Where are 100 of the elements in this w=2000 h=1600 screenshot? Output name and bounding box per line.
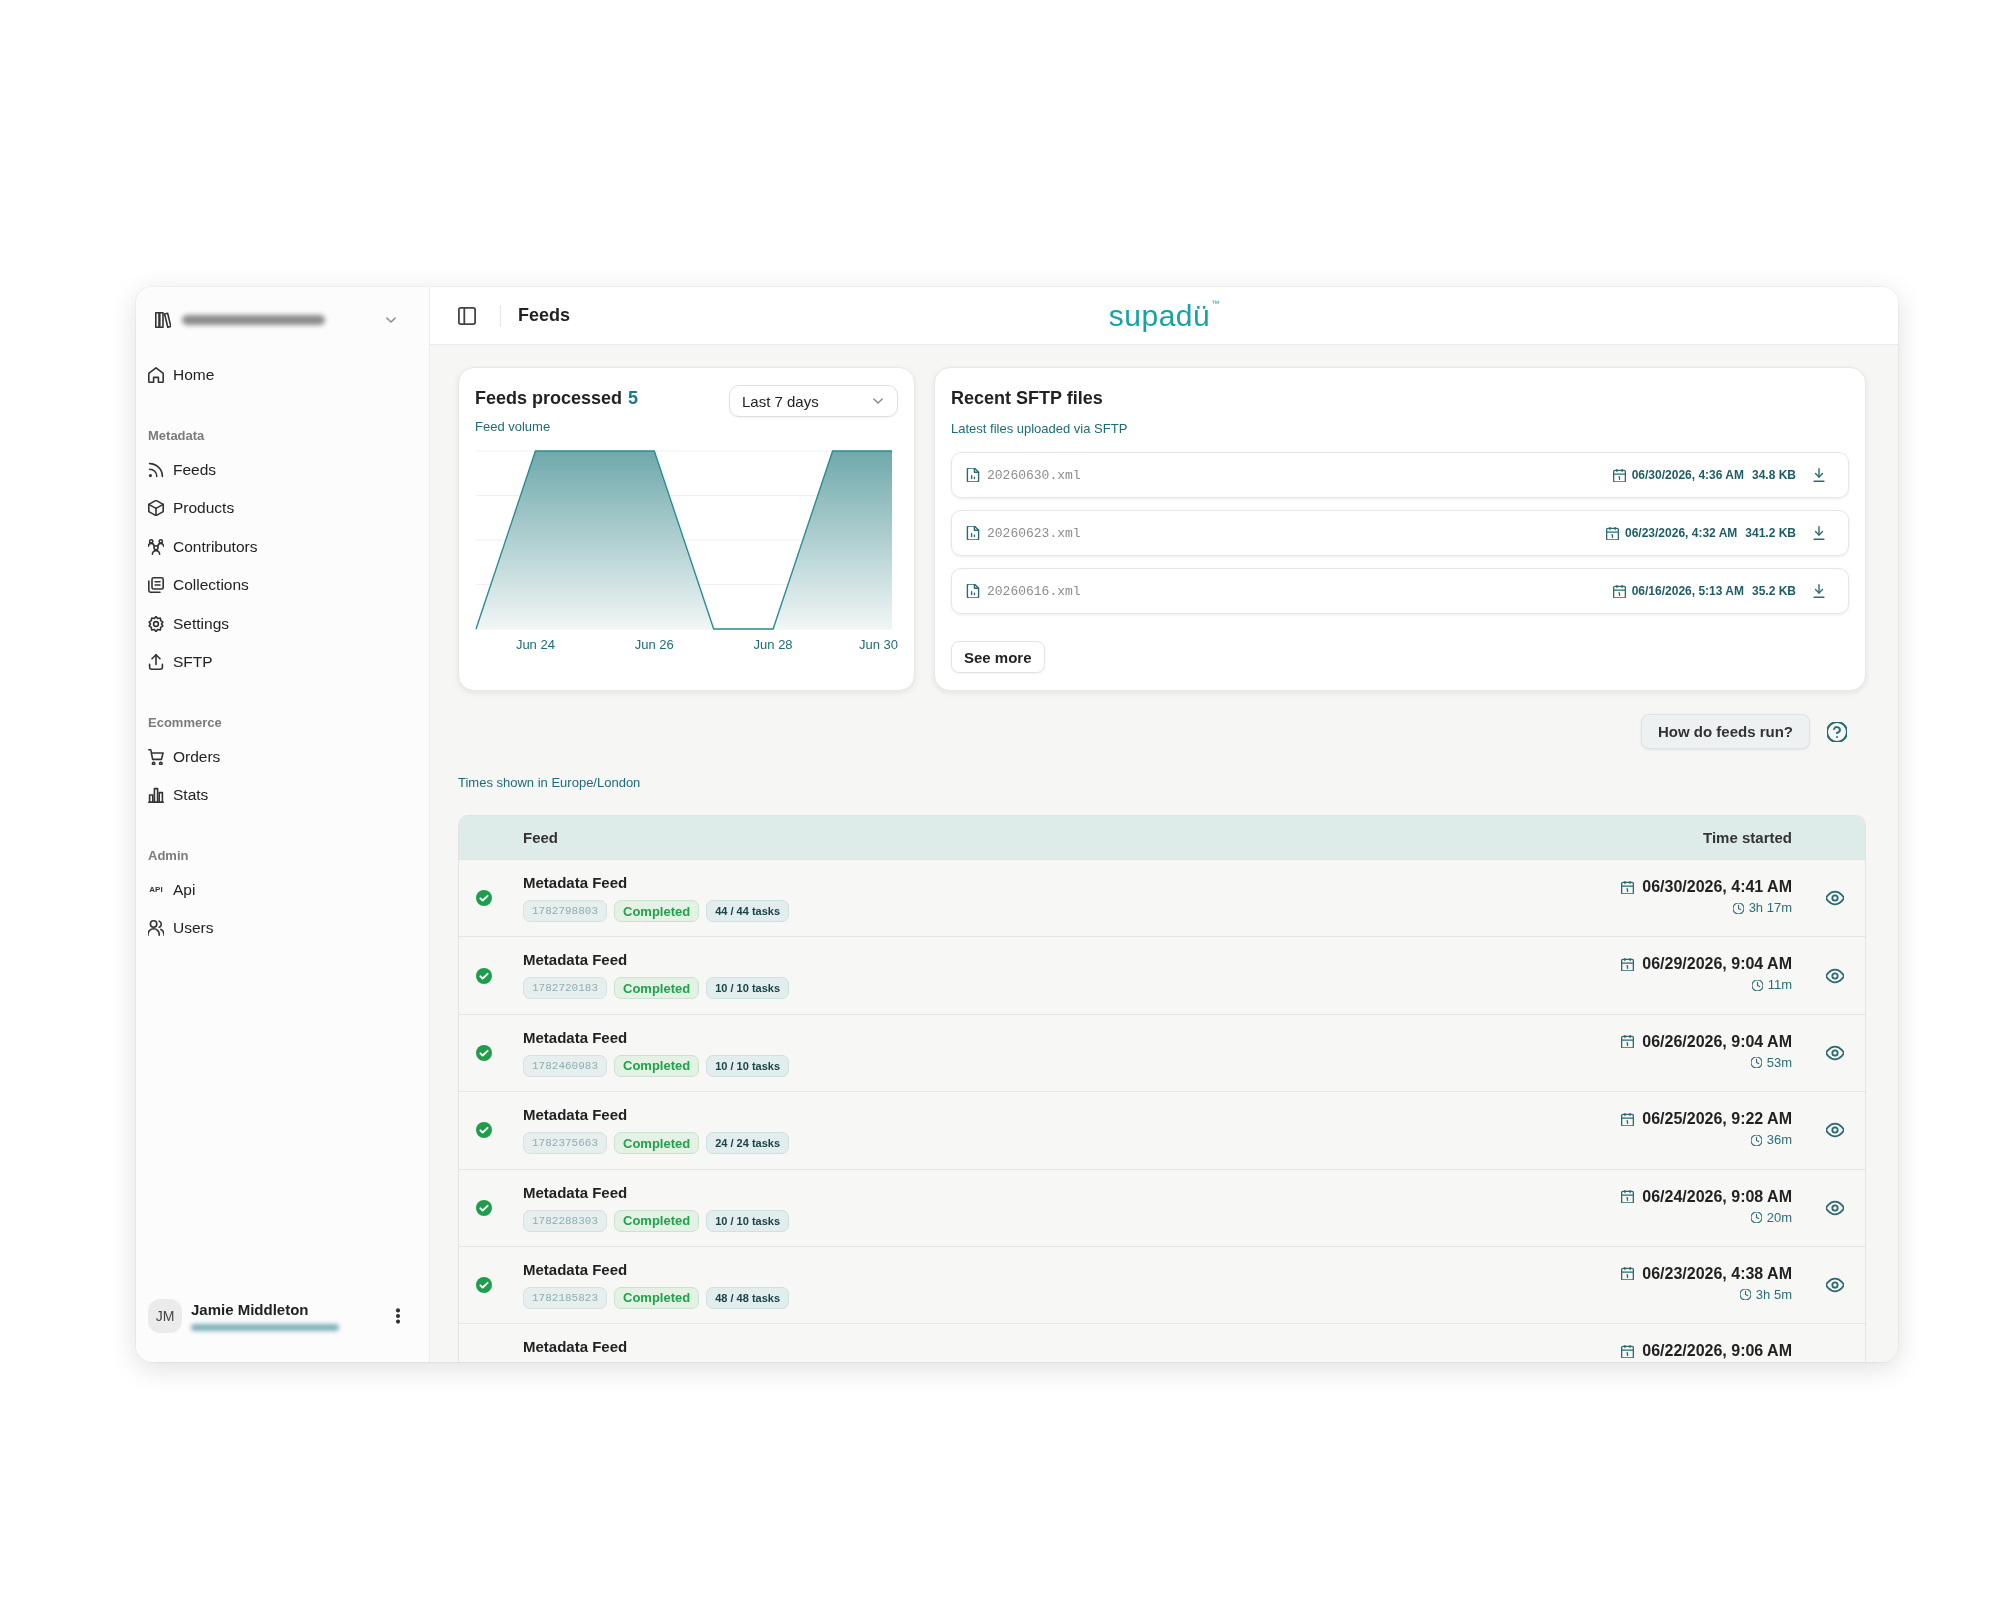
see-more-button[interactable]: See more — [951, 641, 1045, 673]
upload-icon — [148, 654, 164, 671]
status-badge: Completed — [614, 900, 700, 922]
duration: 36m — [1766, 1132, 1792, 1149]
feed-id: 1782460983 — [523, 1054, 607, 1077]
status-badge: Completed — [614, 977, 700, 1000]
calendar-icon — [1606, 526, 1619, 540]
status-badge: Completed — [614, 1209, 700, 1232]
feed-id: 1782720183 — [523, 977, 607, 1000]
status-badge: Completed — [614, 1132, 700, 1155]
calendar-icon — [1621, 880, 1635, 894]
card-subtitle: Latest files uploaded via SFTP — [951, 420, 1129, 438]
clock-icon — [1739, 1289, 1751, 1301]
file-icon — [966, 468, 980, 482]
feed-name: Metadata Feed — [523, 1260, 629, 1279]
more-options-icon[interactable] — [395, 1308, 401, 1324]
feed-name: Metadata Feed — [523, 874, 629, 892]
timezone-note: Times shown in Europe/London — [458, 775, 642, 791]
calendar-icon — [1621, 1267, 1635, 1281]
clock-icon — [1732, 902, 1744, 914]
help-icon[interactable] — [1827, 721, 1847, 742]
duration: 53m — [1766, 1054, 1792, 1071]
user-avatar: JM — [148, 1299, 182, 1333]
axis-label: Jun 28 — [753, 637, 793, 652]
feed-count: 5 — [628, 387, 639, 409]
eye-icon[interactable] — [1826, 966, 1844, 985]
clock-icon — [1750, 1212, 1762, 1224]
start-time: 06/30/2026, 4:41 AM — [1642, 877, 1792, 897]
start-time: 06/29/2026, 9:04 AM — [1642, 954, 1792, 975]
start-time: 06/24/2026, 9:08 AM — [1642, 1186, 1792, 1207]
how-feeds-run-button[interactable]: How do feeds run? — [1641, 714, 1810, 749]
check-circle-icon — [476, 1122, 492, 1139]
settings-icon — [148, 615, 164, 632]
start-time: 06/26/2026, 9:04 AM — [1642, 1031, 1792, 1052]
nav-item[interactable]: Stats — [148, 776, 413, 815]
upload-date: 06/23/2026, 4:32 AM — [1625, 526, 1738, 540]
check-circle-icon — [476, 890, 492, 907]
calendar-icon — [1621, 1190, 1635, 1204]
calendar-icon — [1612, 468, 1626, 482]
clock-icon — [1750, 1134, 1762, 1146]
check-circle-icon — [476, 1044, 492, 1061]
check-circle-icon — [476, 1199, 492, 1216]
nav-item[interactable]: Feeds — [148, 450, 413, 489]
nav-item[interactable]: Orders — [148, 737, 413, 776]
user-name: Jamie Middleton — [191, 1301, 310, 1319]
download-icon[interactable] — [1812, 584, 1826, 598]
bar-chart-icon — [148, 787, 164, 804]
feed-name: Metadata Feed — [523, 1106, 629, 1125]
status-badge: Completed — [614, 1286, 700, 1309]
nav-item[interactable]: Home — [148, 356, 413, 395]
eye-icon[interactable] — [1826, 889, 1844, 908]
nav-item[interactable]: Products — [148, 489, 413, 528]
nav-item[interactable]: API Api — [148, 870, 413, 909]
books-icon — [155, 312, 171, 328]
card-title: Recent SFTP files — [951, 387, 1104, 409]
people-icon — [148, 538, 164, 555]
file-size: 35.2 KB — [1751, 584, 1796, 598]
calendar-icon — [1621, 1035, 1635, 1049]
task-count-badge: 10 / 10 tasks — [706, 1209, 790, 1232]
task-count-badge: 24 / 24 tasks — [706, 1132, 790, 1155]
calendar-icon — [1612, 584, 1626, 598]
check-circle-icon — [476, 967, 492, 984]
card-subtitle: Feed volume — [475, 418, 552, 436]
download-icon[interactable] — [1812, 526, 1826, 540]
feed-id: 1782375663 — [523, 1132, 607, 1155]
download-icon[interactable] — [1812, 468, 1826, 482]
eye-icon[interactable] — [1826, 1198, 1844, 1217]
api-icon: API — [148, 884, 164, 895]
axis-label: Jun 26 — [634, 637, 674, 652]
file-size: 341.2 KB — [1745, 526, 1796, 540]
feed-name: Metadata Feed — [523, 1028, 629, 1047]
feed-name: Metadata Feed — [523, 1183, 629, 1202]
upload-date: 06/16/2026, 5:13 AM — [1631, 584, 1744, 598]
duration: 3h 5m — [1755, 1286, 1792, 1303]
start-time: 06/22/2026, 9:06 AM — [1642, 1341, 1792, 1362]
nav-item[interactable]: Collections — [148, 566, 413, 605]
rss-icon — [148, 461, 164, 478]
sidebar-toggle-icon[interactable] — [458, 306, 476, 325]
calendar-icon — [1621, 1112, 1635, 1126]
cart-icon — [148, 748, 164, 765]
nav-item[interactable]: Contributors — [148, 527, 413, 566]
section-heading: Metadata — [148, 426, 206, 445]
clock-icon — [1751, 979, 1763, 991]
eye-icon[interactable] — [1826, 1043, 1844, 1062]
upload-date: 06/30/2026, 4:36 AM — [1631, 468, 1744, 482]
trademark-symbol: ™ — [1211, 298, 1220, 309]
axis-label: Jun 30 — [858, 637, 898, 652]
range-select[interactable]: Last 7 days — [729, 385, 898, 417]
file-name: 20260623.xml — [987, 525, 1081, 541]
nav-item[interactable]: Settings — [148, 604, 413, 643]
feed-name: Metadata Feed — [523, 951, 629, 970]
file-icon — [966, 526, 980, 540]
nav-item[interactable]: Users — [148, 909, 413, 948]
file-size: 34.8 KB — [1751, 468, 1796, 482]
eye-icon[interactable] — [1826, 1121, 1844, 1140]
calendar-icon — [1621, 1344, 1635, 1358]
feed-id: 1782798803 — [523, 900, 607, 922]
duration: 11m — [1767, 977, 1792, 994]
nav-item[interactable]: SFTP — [148, 643, 413, 682]
eye-icon[interactable] — [1826, 1276, 1844, 1295]
